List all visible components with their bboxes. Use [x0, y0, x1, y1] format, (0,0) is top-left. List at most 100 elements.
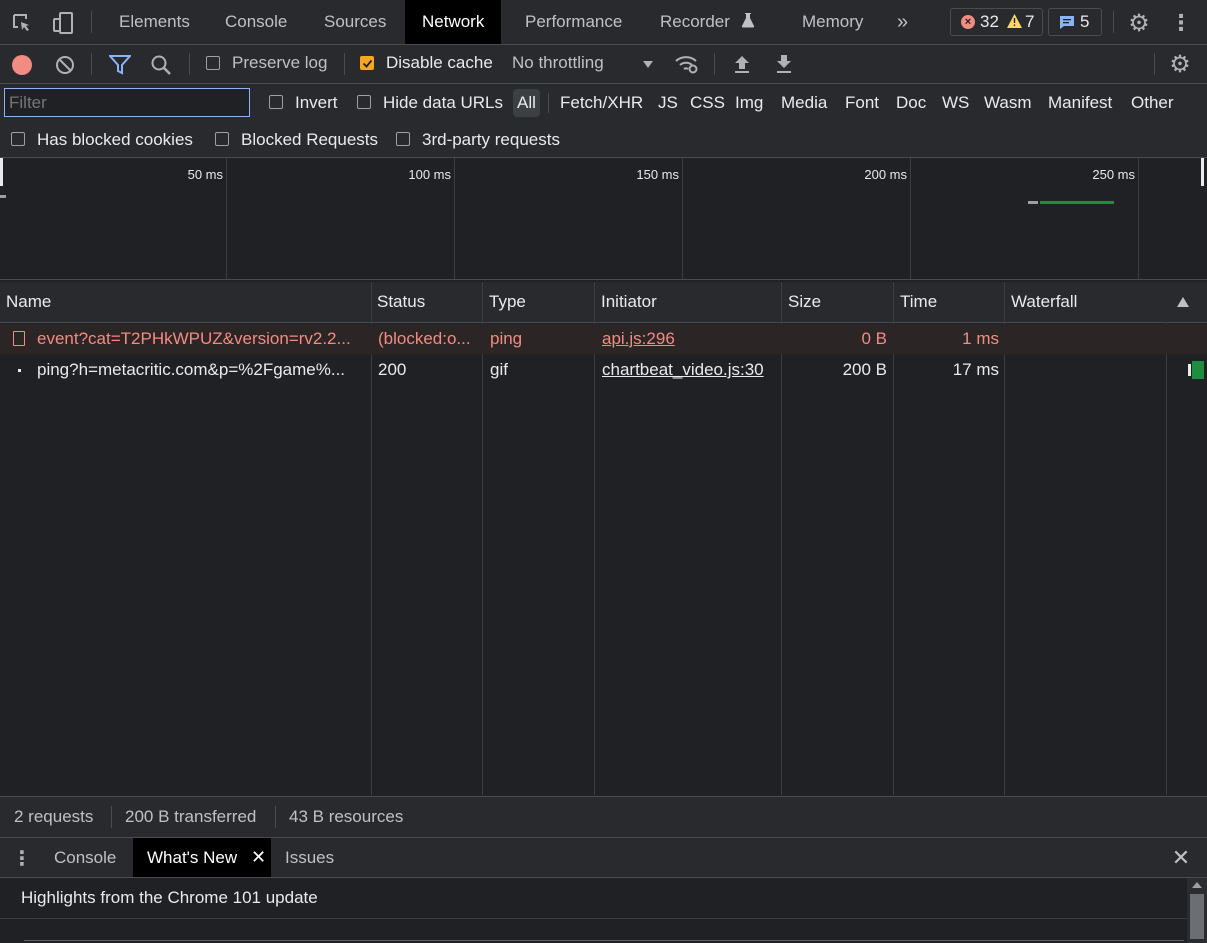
- search-icon[interactable]: [149, 54, 173, 76]
- request-initiator-link[interactable]: chartbeat_video.js:30: [602, 355, 777, 385]
- type-filter-other[interactable]: Other: [1131, 93, 1174, 113]
- type-filter-doc[interactable]: Doc: [896, 93, 926, 113]
- timeline-tick-label: 50 ms: [187, 167, 223, 182]
- disable-cache-label: Disable cache: [386, 53, 493, 72]
- record-button[interactable]: [12, 55, 32, 75]
- summary-bar: 2 requests 200 B transferred 43 B resour…: [0, 796, 1207, 838]
- scroll-up-arrow-icon[interactable]: [1192, 882, 1202, 888]
- warning-icon: [1007, 13, 1022, 33]
- type-filter-font[interactable]: Font: [845, 93, 879, 113]
- drawer-tab-issues[interactable]: Issues: [285, 838, 334, 877]
- type-filter-ws[interactable]: WS: [942, 93, 969, 113]
- request-status: 200: [378, 360, 407, 379]
- timeline-handle-left[interactable]: [0, 158, 3, 186]
- message-count: 5: [1080, 12, 1090, 31]
- more-options-icon[interactable]: ⋮: [1170, 10, 1192, 36]
- clear-icon[interactable]: [54, 54, 76, 76]
- drawer-menu-icon[interactable]: ⋮: [12, 845, 32, 871]
- type-filter-media[interactable]: Media: [781, 93, 827, 113]
- error-count: 32: [980, 12, 999, 31]
- timeline-tick-label: 100 ms: [408, 167, 451, 182]
- export-har-download-icon[interactable]: [773, 53, 795, 75]
- settings-gear-icon[interactable]: ⚙: [1126, 10, 1152, 37]
- drawer-scrollbar[interactable]: [1187, 878, 1207, 943]
- timeline-handle-right[interactable]: [1201, 158, 1204, 186]
- device-toolbar-icon[interactable]: [50, 10, 76, 36]
- hide-data-urls-checkbox[interactable]: [357, 95, 371, 109]
- error-warning-counter[interactable]: × 32 7: [950, 8, 1043, 36]
- timeline-tick-label: 200 ms: [864, 167, 907, 182]
- type-filter-js[interactable]: JS: [658, 93, 678, 113]
- request-time: 1 ms: [962, 329, 999, 348]
- has-blocked-cookies-checkbox[interactable]: [11, 132, 25, 146]
- blocked-request-icon: [13, 331, 25, 346]
- column-header-time[interactable]: Time: [894, 282, 937, 322]
- summary-requests: 2 requests: [14, 807, 94, 826]
- type-filter-all[interactable]: All: [513, 89, 540, 117]
- more-tabs-chevron-icon[interactable]: »: [897, 0, 908, 44]
- throttling-select[interactable]: No throttling: [506, 45, 661, 83]
- request-name: ping?h=metacritic.com&p=%2Fgame%...: [37, 360, 346, 379]
- third-party-requests-checkbox[interactable]: [396, 132, 410, 146]
- whats-new-heading: Highlights from the Chrome 101 update: [21, 888, 318, 907]
- overview-timeline[interactable]: 50 ms 100 ms 150 ms 200 ms 250 ms: [0, 158, 1207, 280]
- hide-data-urls-label: Hide data URLs: [383, 93, 504, 112]
- sort-ascending-icon[interactable]: [1177, 297, 1189, 307]
- preserve-log-label: Preserve log: [232, 53, 328, 72]
- waterfall-download-bar: [1192, 361, 1204, 379]
- type-filter-img[interactable]: Img: [735, 93, 763, 113]
- filter-funnel-icon[interactable]: [108, 54, 132, 76]
- tab-elements[interactable]: Elements: [119, 0, 190, 44]
- request-initiator-link[interactable]: api.js:296: [602, 324, 777, 354]
- network-settings-gear-icon[interactable]: ⚙: [1167, 51, 1193, 78]
- tab-sources[interactable]: Sources: [324, 0, 386, 44]
- column-header-size[interactable]: Size: [782, 282, 821, 322]
- type-filter-css[interactable]: CSS: [690, 93, 725, 113]
- message-icon: [1059, 15, 1075, 35]
- column-header-type[interactable]: Type: [483, 282, 526, 322]
- drawer-tab-console[interactable]: Console: [54, 838, 116, 877]
- invert-checkbox[interactable]: [269, 95, 283, 109]
- column-header-status[interactable]: Status: [371, 282, 425, 322]
- column-header-waterfall[interactable]: Waterfall: [1005, 282, 1077, 322]
- preserve-log-checkbox[interactable]: [206, 56, 220, 70]
- tab-console[interactable]: Console: [225, 0, 287, 44]
- column-header-initiator[interactable]: Initiator: [595, 282, 657, 322]
- summary-resources: 43 B resources: [289, 807, 404, 826]
- tab-recorder[interactable]: Recorder: [660, 0, 755, 44]
- invert-label: Invert: [295, 93, 338, 112]
- request-dot-icon: [18, 369, 21, 372]
- filter-input[interactable]: [4, 88, 250, 117]
- type-filter-fetch-xhr[interactable]: Fetch/XHR: [560, 93, 643, 113]
- request-type: ping: [490, 329, 523, 348]
- type-filter-manifest[interactable]: Manifest: [1048, 93, 1112, 113]
- timeline-tick-label: 150 ms: [636, 167, 679, 182]
- import-har-upload-icon[interactable]: [731, 53, 753, 75]
- waterfall-waiting-bar: [1188, 364, 1191, 376]
- third-party-requests-label: 3rd-party requests: [422, 130, 560, 149]
- column-header-name[interactable]: Name: [0, 282, 51, 322]
- close-tab-icon[interactable]: ✕: [251, 838, 266, 877]
- has-blocked-cookies-label: Has blocked cookies: [37, 130, 193, 149]
- request-time: 17 ms: [952, 360, 999, 379]
- tab-recorder-label: Recorder: [660, 12, 730, 31]
- network-conditions-icon[interactable]: [674, 52, 700, 76]
- scrollbar-thumb[interactable]: [1190, 894, 1204, 939]
- table-row[interactable]: event?cat=T2PHkWPUZ&version=rv2.2... (bl…: [0, 324, 1207, 354]
- close-drawer-icon[interactable]: ✕: [1169, 845, 1193, 871]
- request-name: event?cat=T2PHkWPUZ&version=rv2.2...: [37, 329, 351, 348]
- tab-performance[interactable]: Performance: [525, 0, 622, 44]
- inspect-element-icon[interactable]: [10, 11, 34, 35]
- tab-memory[interactable]: Memory: [802, 0, 863, 44]
- timeline-tick-label: 250 ms: [1092, 167, 1135, 182]
- filter-bar: Invert Hide data URLs All Fetch/XHR JS C…: [0, 84, 1207, 121]
- messages-counter[interactable]: 5: [1048, 8, 1102, 36]
- tab-network[interactable]: Network: [405, 0, 502, 44]
- table-row[interactable]: ping?h=metacritic.com&p=%2Fgame%... 200 …: [0, 355, 1207, 385]
- blocked-requests-label: Blocked Requests: [241, 130, 379, 149]
- drawer-tab-whats-new[interactable]: What's New ✕: [133, 838, 271, 877]
- request-type: gif: [490, 360, 508, 379]
- blocked-requests-checkbox[interactable]: [215, 132, 229, 146]
- disable-cache-checkbox[interactable]: [360, 56, 374, 70]
- type-filter-wasm[interactable]: Wasm: [984, 93, 1032, 113]
